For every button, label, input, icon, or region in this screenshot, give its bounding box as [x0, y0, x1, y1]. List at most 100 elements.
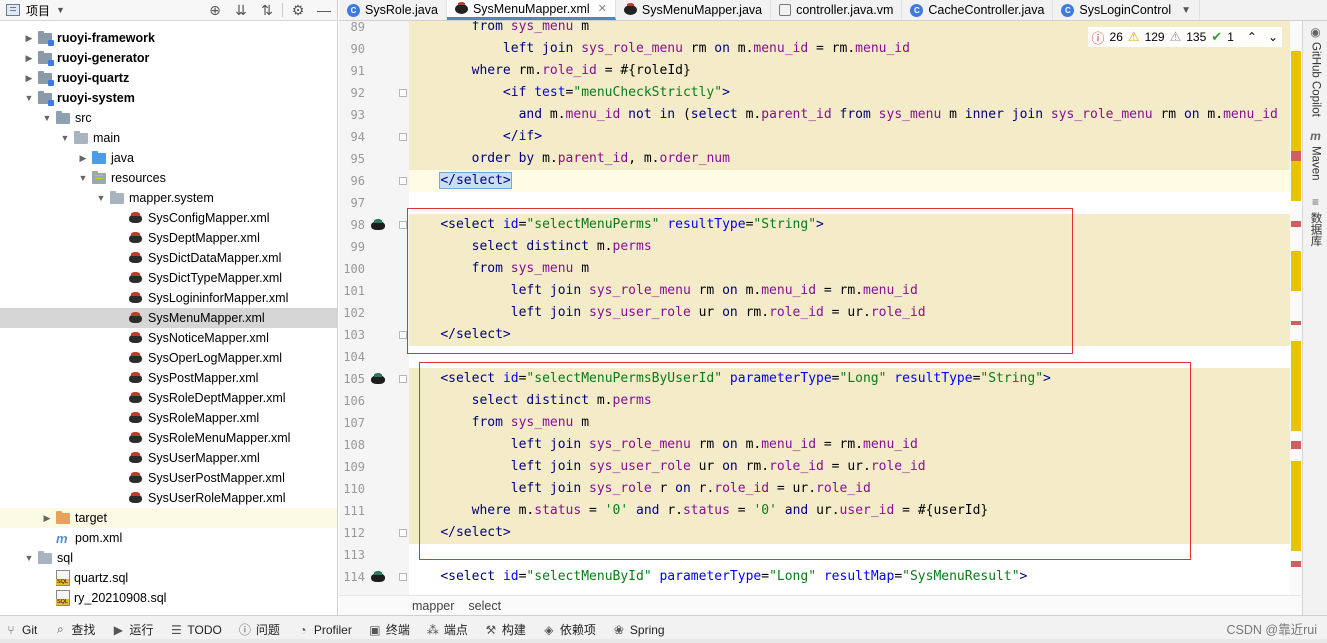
fold-marker-icon[interactable] [399, 529, 407, 537]
tree-item[interactable]: quartz.sql [0, 568, 337, 588]
database-tool[interactable]: ≡ 数据库 [1303, 195, 1327, 247]
code-line[interactable]: 94 </if> [339, 126, 1302, 148]
tab-sysmenumapper-java[interactable]: SysMenuMapper.java [616, 0, 772, 20]
maven-tool[interactable]: m Maven [1303, 129, 1327, 181]
code-line[interactable]: 113 [339, 544, 1302, 566]
stripe-marker[interactable] [1291, 171, 1301, 201]
tree-item[interactable]: SysRoleMapper.xml [0, 408, 337, 428]
tree-item[interactable]: SysOperLogMapper.xml [0, 348, 337, 368]
chevron-down-icon[interactable]: ▼ [60, 133, 70, 143]
tool-window--[interactable]: ⚒ 构建 [484, 621, 526, 638]
tool-window--[interactable]: ◈ 依赖项 [542, 621, 596, 638]
breadcrumb-item-mapper[interactable]: mapper [412, 599, 454, 613]
code-line[interactable]: 95 order by m.parent_id, m.order_num [339, 148, 1302, 170]
chevron-up-icon[interactable]: ⌃ [1247, 30, 1257, 44]
locate-file-icon[interactable]: ⊕ [202, 0, 228, 20]
inspection-widget[interactable]: ⓘ 26 ⚠ 129 ⚠ 135 ✔ 1 ⌃ ⌄ [1087, 27, 1282, 47]
hide-panel-icon[interactable]: — [311, 0, 337, 20]
code-line[interactable]: 110 left join sys_role r on r.role_id = … [339, 478, 1302, 500]
code-line[interactable]: 114 <select id = "selectMenuById" paramete… [339, 566, 1302, 588]
chevron-right-icon[interactable]: ▶ [24, 53, 34, 64]
chevron-right-icon[interactable]: ▶ [42, 513, 52, 524]
code-line[interactable]: 109 left join sys_user_role ur on rm.rol… [339, 456, 1302, 478]
tree-item[interactable]: SysNoticeMapper.xml [0, 328, 337, 348]
tree-item[interactable]: SysLogininforMapper.xml [0, 288, 337, 308]
gear-icon[interactable]: ⚙ [285, 0, 311, 20]
fold-marker-icon[interactable] [399, 89, 407, 97]
project-panel-title[interactable]: 项目 [26, 2, 50, 19]
fold-marker-icon[interactable] [399, 221, 407, 229]
stripe-marker[interactable] [1291, 441, 1301, 449]
tool-window-todo[interactable]: ☰ TODO [169, 623, 222, 637]
tree-item[interactable]: m pom.xml [0, 528, 337, 548]
chevron-down-icon[interactable]: ▼ [24, 93, 34, 103]
tree-item[interactable]: SysUserMapper.xml [0, 448, 337, 468]
tree-item[interactable]: ▼ ruoyi-system [0, 88, 337, 108]
code-line[interactable]: 102 left join sys_user_role ur on rm.rol… [339, 302, 1302, 324]
code-line[interactable]: 98 <select id="selectMenuPerms" resultTy… [339, 214, 1302, 236]
collapse-all-icon[interactable]: ⇊ [228, 0, 254, 20]
tool-window-git[interactable]: ⑂ Git [4, 623, 37, 637]
breadcrumb-item-select[interactable]: select [468, 599, 501, 613]
tab-cachecontroller-java[interactable]: C CacheController.java [902, 0, 1054, 20]
tree-item[interactable]: ▼ resources [0, 168, 337, 188]
github-copilot-tool[interactable]: ◉ GitHub Copilot [1303, 25, 1327, 117]
tree-item[interactable]: SysRoleDeptMapper.xml [0, 388, 337, 408]
close-icon[interactable]: ✕ [598, 2, 607, 15]
chevron-down-icon[interactable]: ▼ [42, 113, 52, 123]
code-line[interactable]: 111 where m.status = '0' and r.status = … [339, 500, 1302, 522]
tree-item[interactable]: ▶ ruoyi-generator [0, 48, 337, 68]
mybatis-navigate-icon[interactable] [370, 570, 386, 584]
tree-item[interactable]: ▶ ruoyi-framework [0, 28, 337, 48]
code-line[interactable]: 103 </select> [339, 324, 1302, 346]
tree-item[interactable]: ▶ target [0, 508, 337, 528]
chevron-right-icon[interactable]: ▶ [78, 153, 88, 164]
error-stripe[interactable] [1290, 21, 1302, 595]
tree-item[interactable]: ▼ src [0, 108, 337, 128]
tool-window-profiler[interactable]: ◔ Profiler [296, 623, 352, 637]
chevron-down-icon[interactable]: ▼ [56, 5, 65, 15]
tab-sysmenumapper-xml[interactable]: SysMenuMapper.xml ✕ [446, 0, 616, 20]
fold-marker-icon[interactable] [399, 177, 407, 185]
tree-item[interactable]: ▶ java [0, 148, 337, 168]
tool-window--[interactable]: ⁂ 端点 [426, 621, 468, 638]
chevron-down-icon[interactable]: ⌄ [1268, 30, 1278, 44]
code-line[interactable]: 107 from sys_menu m [339, 412, 1302, 434]
tree-item[interactable]: SysUserPostMapper.xml [0, 468, 337, 488]
chevron-right-icon[interactable]: ▶ [24, 33, 34, 44]
chevron-down-icon[interactable]: ▼ [1181, 5, 1191, 16]
stripe-marker[interactable] [1291, 461, 1301, 551]
code-line[interactable]: 112 </select> [339, 522, 1302, 544]
stripe-marker[interactable] [1291, 341, 1301, 431]
tree-item[interactable]: SysUserRoleMapper.xml [0, 488, 337, 508]
stripe-marker[interactable] [1291, 221, 1301, 227]
code-line[interactable]: 92 <if test="menuCheckStrictly"> [339, 82, 1302, 104]
expand-all-icon[interactable]: ⇅ [254, 0, 280, 20]
mybatis-navigate-icon[interactable] [370, 218, 386, 232]
tab-syslogincontrol[interactable]: C SysLoginControl ▼ [1053, 0, 1201, 20]
fold-marker-icon[interactable] [399, 573, 407, 581]
tree-item[interactable]: ▼ main [0, 128, 337, 148]
code-line[interactable]: 105 <select id = "selectMenuPermsByUserId"… [339, 368, 1302, 390]
tool-window-spring[interactable]: ❀ Spring [612, 623, 665, 637]
stripe-marker[interactable] [1291, 321, 1301, 325]
tree-item[interactable]: SysPostMapper.xml [0, 368, 337, 388]
tree-item[interactable]: ▼ sql [0, 548, 337, 568]
code-line[interactable]: 104 [339, 346, 1302, 368]
stripe-marker[interactable] [1291, 561, 1301, 567]
code-line[interactable]: 91 where rm.role_id = #{roleId} [339, 60, 1302, 82]
code-line[interactable]: 96 </select> [339, 170, 1302, 192]
code-line[interactable]: 97 [339, 192, 1302, 214]
stripe-marker[interactable] [1291, 151, 1301, 161]
tree-item[interactable]: ▼ mapper.system [0, 188, 337, 208]
tool-window--[interactable]: ⌕ 查找 [53, 621, 95, 638]
tab-sysrole-java[interactable]: C SysRole.java [339, 0, 447, 20]
tab-controller-java-vm[interactable]: controller.java.vm [771, 0, 903, 20]
fold-marker-icon[interactable] [399, 375, 407, 383]
code-line[interactable]: 106 select distinct m.perms [339, 390, 1302, 412]
code-line[interactable]: 99 select distinct m.perms [339, 236, 1302, 258]
tree-item[interactable]: ry_20210908.sql [0, 588, 337, 608]
tree-item[interactable]: ▶ ruoyi-quartz [0, 68, 337, 88]
mybatis-navigate-icon[interactable] [370, 372, 386, 386]
chevron-right-icon[interactable]: ▶ [24, 73, 34, 84]
